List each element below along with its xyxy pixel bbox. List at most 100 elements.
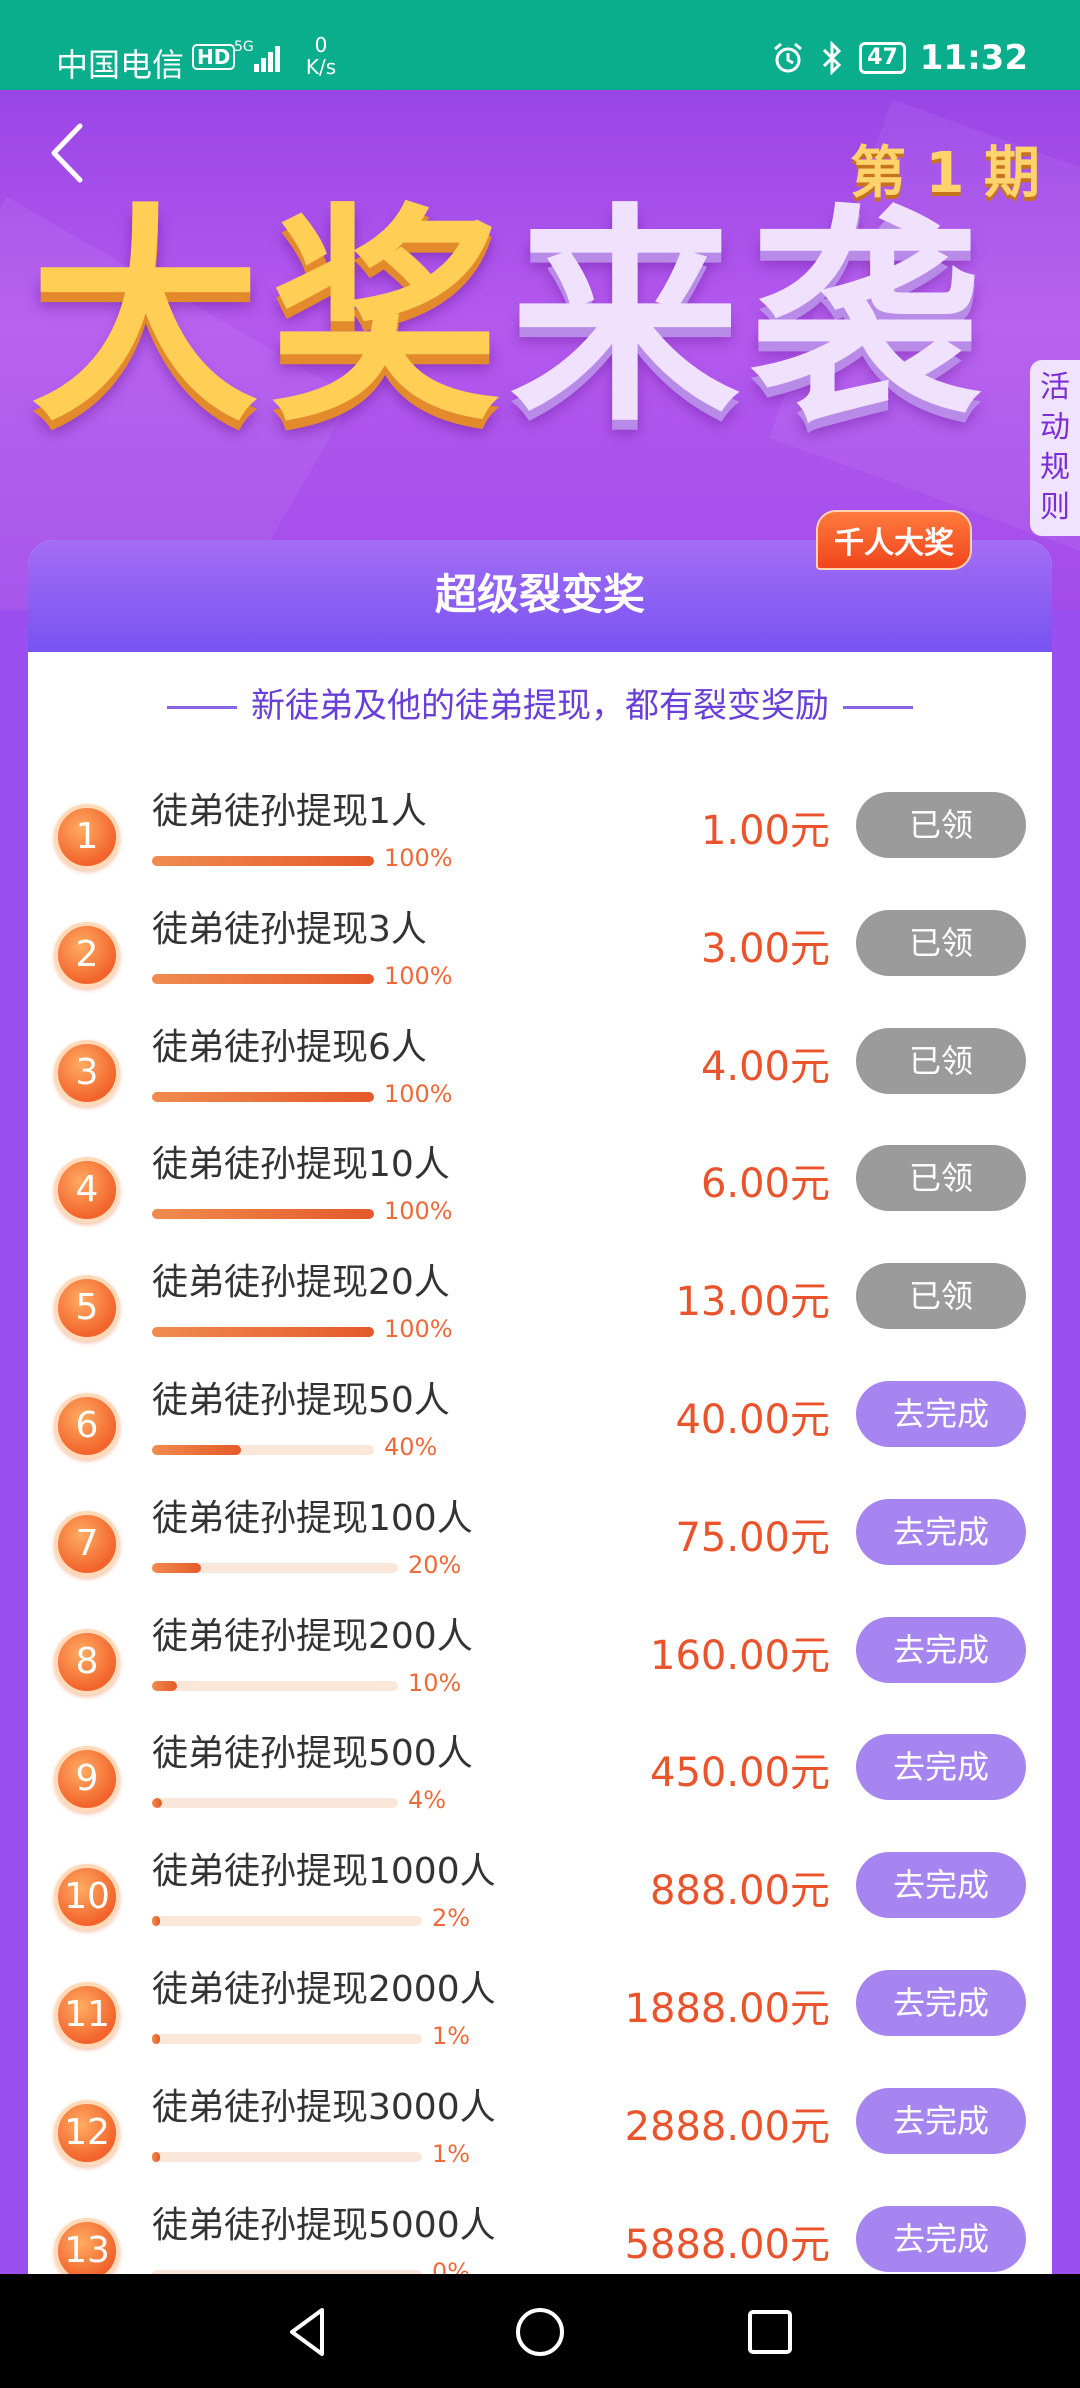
card-subtitle: 新徒弟及他的徒弟提现，都有裂变奖励 bbox=[28, 678, 1052, 727]
progress-fill bbox=[152, 973, 374, 984]
progress-bar bbox=[152, 1798, 398, 1809]
network-speed-unit: K/s bbox=[305, 55, 337, 79]
progress-percent: 2% bbox=[432, 1904, 471, 1933]
task-row: 4 徒弟徒孙提现10人 100% 6.00元 已领 bbox=[28, 1135, 1052, 1253]
nav-home-icon[interactable] bbox=[512, 2304, 568, 2360]
task-number-badge: 3 bbox=[54, 1039, 120, 1106]
task-row: 1 徒弟徒孙提现1人 100% 1.00元 已领 bbox=[28, 782, 1052, 900]
progress-fill bbox=[152, 1680, 177, 1691]
alarm-icon bbox=[774, 42, 803, 73]
go-complete-button[interactable]: 去完成 bbox=[856, 1970, 1026, 2036]
reward-amount: 4.00元 bbox=[700, 1043, 830, 1090]
progress-percent: 20% bbox=[408, 1550, 462, 1579]
claimed-button[interactable]: 已领 bbox=[856, 1027, 1026, 1094]
task-number-badge: 10 bbox=[54, 1864, 120, 1931]
task-row: 7 徒弟徒孙提现100人 20% 75.00元 去完成 bbox=[28, 1489, 1052, 1607]
go-complete-button[interactable]: 去完成 bbox=[856, 1381, 1026, 1447]
reward-amount: 5888.00元 bbox=[624, 2221, 830, 2268]
progress-bar bbox=[152, 1091, 374, 1102]
task-row: 2 徒弟徒孙提现3人 100% 3.00元 已领 bbox=[28, 900, 1052, 1018]
task-title: 徒弟徒孙提现200人 bbox=[152, 1615, 473, 1657]
reward-amount: 888.00元 bbox=[650, 1868, 830, 1915]
progress-percent: 100% bbox=[384, 1315, 453, 1344]
banner-title-part1: 大奖 bbox=[30, 186, 511, 453]
progress-fill bbox=[152, 2034, 160, 2044]
progress-fill bbox=[152, 1327, 374, 1338]
claimed-button[interactable]: 已领 bbox=[856, 792, 1026, 858]
go-complete-button[interactable]: 去完成 bbox=[856, 1616, 1026, 1683]
issue-label: 第 1 期 bbox=[850, 141, 1040, 206]
task-number-badge: 1 bbox=[54, 804, 120, 870]
reward-card: 超级裂变奖 新徒弟及他的徒弟提现，都有裂变奖励 1 徒弟徒孙提现1人 100% 1.0… bbox=[28, 540, 1052, 2388]
reward-amount: 1888.00元 bbox=[624, 1986, 830, 2032]
progress-percent: 100% bbox=[384, 844, 453, 872]
task-row: 6 徒弟徒孙提现50人 40% 40.00元 去完成 bbox=[28, 1371, 1052, 1489]
reward-amount: 6.00元 bbox=[700, 1161, 830, 1208]
progress-fill bbox=[152, 1916, 160, 1927]
progress-fill bbox=[152, 1209, 374, 1220]
nav-recent-apps-icon[interactable] bbox=[742, 2304, 798, 2360]
progress-bar bbox=[152, 1680, 398, 1691]
task-title: 徒弟徒孙提现500人 bbox=[152, 1733, 473, 1775]
task-number-badge: 8 bbox=[54, 1628, 120, 1695]
progress-bar bbox=[152, 973, 374, 984]
reward-amount: 1.00元 bbox=[700, 808, 830, 854]
go-complete-button[interactable]: 去完成 bbox=[856, 2087, 1026, 2154]
task-row: 11 徒弟徒孙提现2000人 1% 1888.00元 去完成 bbox=[28, 1960, 1052, 2078]
go-complete-button[interactable]: 去完成 bbox=[856, 1498, 1026, 1565]
network-type: 5G bbox=[234, 39, 254, 55]
task-number-badge: 6 bbox=[54, 1393, 120, 1459]
task-number-badge: 5 bbox=[54, 1275, 120, 1342]
task-row: 12 徒弟徒孙提现3000人 1% 2888.00元 去完成 bbox=[28, 2078, 1052, 2196]
go-complete-button[interactable]: 去完成 bbox=[856, 2205, 1026, 2272]
progress-fill bbox=[152, 1798, 162, 1809]
network-speed: 0 K/s bbox=[300, 34, 342, 78]
activity-rules-tab[interactable]: 活动规则 bbox=[1030, 360, 1080, 536]
claimed-button[interactable]: 已领 bbox=[856, 1263, 1026, 1330]
task-title: 徒弟徒孙提现100人 bbox=[152, 1497, 473, 1539]
task-number-badge: 2 bbox=[54, 921, 120, 988]
progress-bar bbox=[152, 2151, 422, 2162]
task-number-badge: 7 bbox=[54, 1510, 120, 1577]
task-title: 徒弟徒孙提现20人 bbox=[152, 1262, 450, 1304]
reward-amount: 13.00元 bbox=[675, 1279, 830, 1326]
task-number-badge: 4 bbox=[54, 1157, 120, 1224]
task-number-badge: 9 bbox=[54, 1746, 120, 1813]
progress-bar bbox=[152, 1445, 374, 1455]
progress-percent: 1% bbox=[432, 2022, 471, 2050]
reward-amount: 2888.00元 bbox=[624, 2103, 830, 2150]
claimed-button[interactable]: 已领 bbox=[856, 909, 1026, 976]
claimed-button[interactable]: 已领 bbox=[856, 1145, 1026, 1212]
task-number-badge: 11 bbox=[54, 1982, 120, 2048]
progress-percent: 1% bbox=[432, 2139, 471, 2168]
network-speed-value: 0 bbox=[314, 33, 328, 57]
task-title: 徒弟徒孙提现1000人 bbox=[152, 1851, 496, 1893]
progress-fill bbox=[152, 1445, 241, 1455]
progress-fill bbox=[152, 856, 374, 866]
progress-bar bbox=[152, 1916, 422, 1927]
progress-fill bbox=[152, 1091, 374, 1102]
reward-amount: 160.00元 bbox=[650, 1632, 830, 1679]
system-navigation-bar bbox=[0, 2274, 1080, 2388]
hd-badge: HD bbox=[192, 44, 236, 70]
progress-percent: 10% bbox=[408, 1668, 462, 1697]
reward-amount: 40.00元 bbox=[675, 1397, 830, 1443]
task-title: 徒弟徒孙提现2000人 bbox=[152, 1969, 496, 2010]
reward-amount: 75.00元 bbox=[675, 1514, 830, 1561]
task-title: 徒弟徒孙提现3000人 bbox=[152, 2086, 496, 2128]
task-row: 5 徒弟徒孙提现20人 100% 13.00元 已领 bbox=[28, 1253, 1052, 1371]
battery-icon: 47 bbox=[859, 42, 906, 74]
go-complete-button[interactable]: 去完成 bbox=[856, 1852, 1026, 1919]
progress-percent: 100% bbox=[384, 1079, 453, 1108]
progress-fill bbox=[152, 2151, 160, 2162]
reward-amount: 3.00元 bbox=[700, 925, 830, 972]
carrier-name: 中国电信 bbox=[56, 46, 185, 84]
task-row: 10 徒弟徒孙提现1000人 2% 888.00元 去完成 bbox=[28, 1842, 1052, 1960]
progress-bar bbox=[152, 1209, 374, 1220]
go-complete-button[interactable]: 去完成 bbox=[856, 1734, 1026, 1801]
progress-bar bbox=[152, 856, 374, 866]
nav-back-icon[interactable] bbox=[280, 2304, 336, 2360]
task-title: 徒弟徒孙提现50人 bbox=[152, 1380, 450, 1421]
back-arrow-icon[interactable] bbox=[40, 118, 100, 188]
progress-fill bbox=[152, 1562, 202, 1573]
